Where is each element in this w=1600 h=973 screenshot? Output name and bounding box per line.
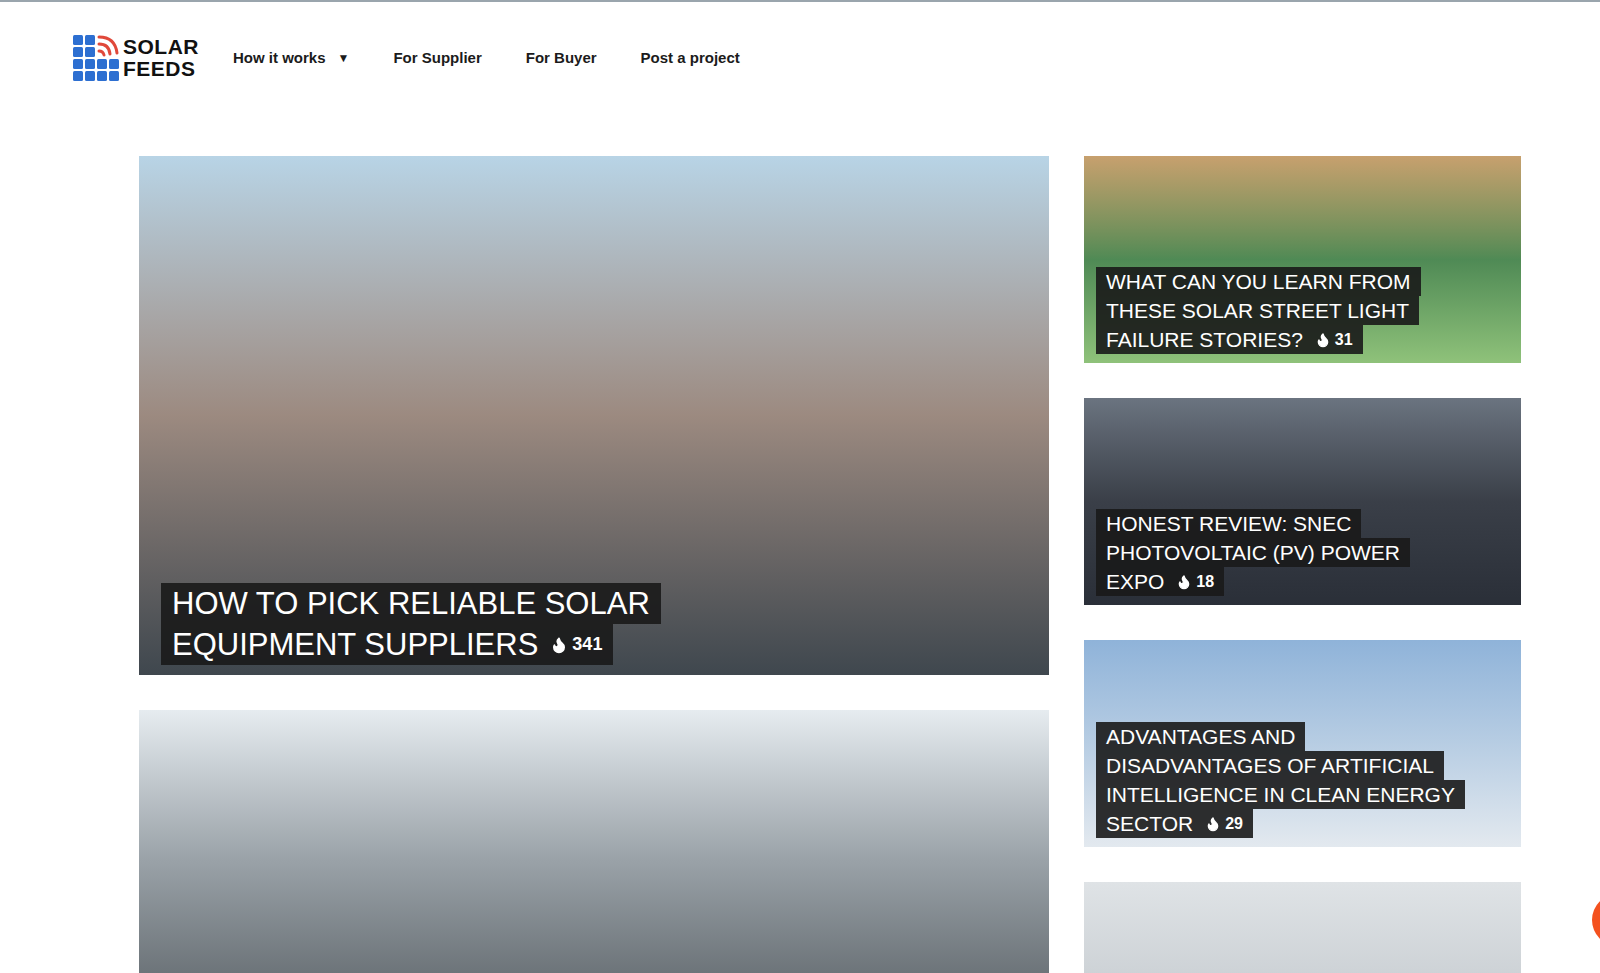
article-title[interactable]: WHAT CAN YOU LEARN FROMTHESE SOLAR STREE… <box>1096 267 1513 354</box>
article-card[interactable] <box>139 710 1049 973</box>
caret-icon: ▼ <box>338 49 350 67</box>
article-title[interactable]: HOW TO PICK RELIABLE SOLAREQUIPMENT SUPP… <box>161 583 1041 665</box>
flame-icon <box>1176 574 1192 590</box>
title-line: WHAT CAN YOU LEARN FROM <box>1096 267 1421 296</box>
nav-item[interactable]: Post a project <box>641 47 740 70</box>
title-line: FAILURE STORIES?31 <box>1096 325 1363 354</box>
logo-text: SOLAR <box>123 36 199 58</box>
flame-icon <box>1205 816 1221 832</box>
title-line: HOW TO PICK RELIABLE SOLAR <box>161 583 661 624</box>
nav: How it works▼ For Supplier For Buyer Post a… <box>233 47 740 70</box>
view-count: 31 <box>1315 325 1353 354</box>
article-title[interactable]: HONEST REVIEW: SNECPHOTOVOLTAIC (PV) POW… <box>1096 509 1513 596</box>
article-card[interactable]: ADVANTAGES ANDDISADVANTAGES OF ARTIFICIA… <box>1084 640 1521 847</box>
article-title[interactable]: ADVANTAGES ANDDISADVANTAGES OF ARTIFICIA… <box>1096 722 1513 838</box>
chat-launcher[interactable] <box>1592 894 1600 946</box>
articles: HOW TO PICK RELIABLE SOLAREQUIPMENT SUPP… <box>0 156 1600 973</box>
view-count: 341 <box>550 624 602 665</box>
logo[interactable]: SOLARFEEDS <box>73 35 199 81</box>
title-line: ADVANTAGES AND <box>1096 722 1305 751</box>
main-column: HOW TO PICK RELIABLE SOLAREQUIPMENT SUPP… <box>139 156 1049 973</box>
article-card[interactable]: HONEST REVIEW: SNECPHOTOVOLTAIC (PV) POW… <box>1084 398 1521 605</box>
flame-icon <box>1315 332 1331 348</box>
title-line: SECTOR29 <box>1096 809 1253 838</box>
title-line: EQUIPMENT SUPPLIERS341 <box>161 624 613 665</box>
view-count: 18 <box>1176 567 1214 596</box>
side-column: WHAT CAN YOU LEARN FROMTHESE SOLAR STREE… <box>1084 156 1521 973</box>
nav-item[interactable]: How it works▼ <box>233 47 349 70</box>
article-card[interactable] <box>1084 882 1521 973</box>
nav-item[interactable]: For Supplier <box>393 47 481 70</box>
nav-item[interactable]: For Buyer <box>526 47 597 70</box>
logo-text: FEEDS <box>123 58 199 80</box>
title-line: DISADVANTAGES OF ARTIFICIAL <box>1096 751 1444 780</box>
title-line: EXPO18 <box>1096 567 1224 596</box>
title-line: INTELLIGENCE IN CLEAN ENERGY <box>1096 780 1465 809</box>
article-card[interactable]: WHAT CAN YOU LEARN FROMTHESE SOLAR STREE… <box>1084 156 1521 363</box>
title-line: HONEST REVIEW: SNEC <box>1096 509 1361 538</box>
page: SOLARFEEDS How it works▼ For Supplier For B… <box>0 0 1600 973</box>
flame-icon <box>550 636 568 654</box>
view-count: 29 <box>1205 809 1243 838</box>
header: SOLARFEEDS How it works▼ For Supplier For B… <box>0 2 1600 114</box>
logo-icon <box>73 35 119 81</box>
featured-card[interactable]: HOW TO PICK RELIABLE SOLAREQUIPMENT SUPP… <box>139 156 1049 675</box>
title-line: PHOTOVOLTAIC (PV) POWER <box>1096 538 1410 567</box>
title-line: THESE SOLAR STREET LIGHT <box>1096 296 1419 325</box>
